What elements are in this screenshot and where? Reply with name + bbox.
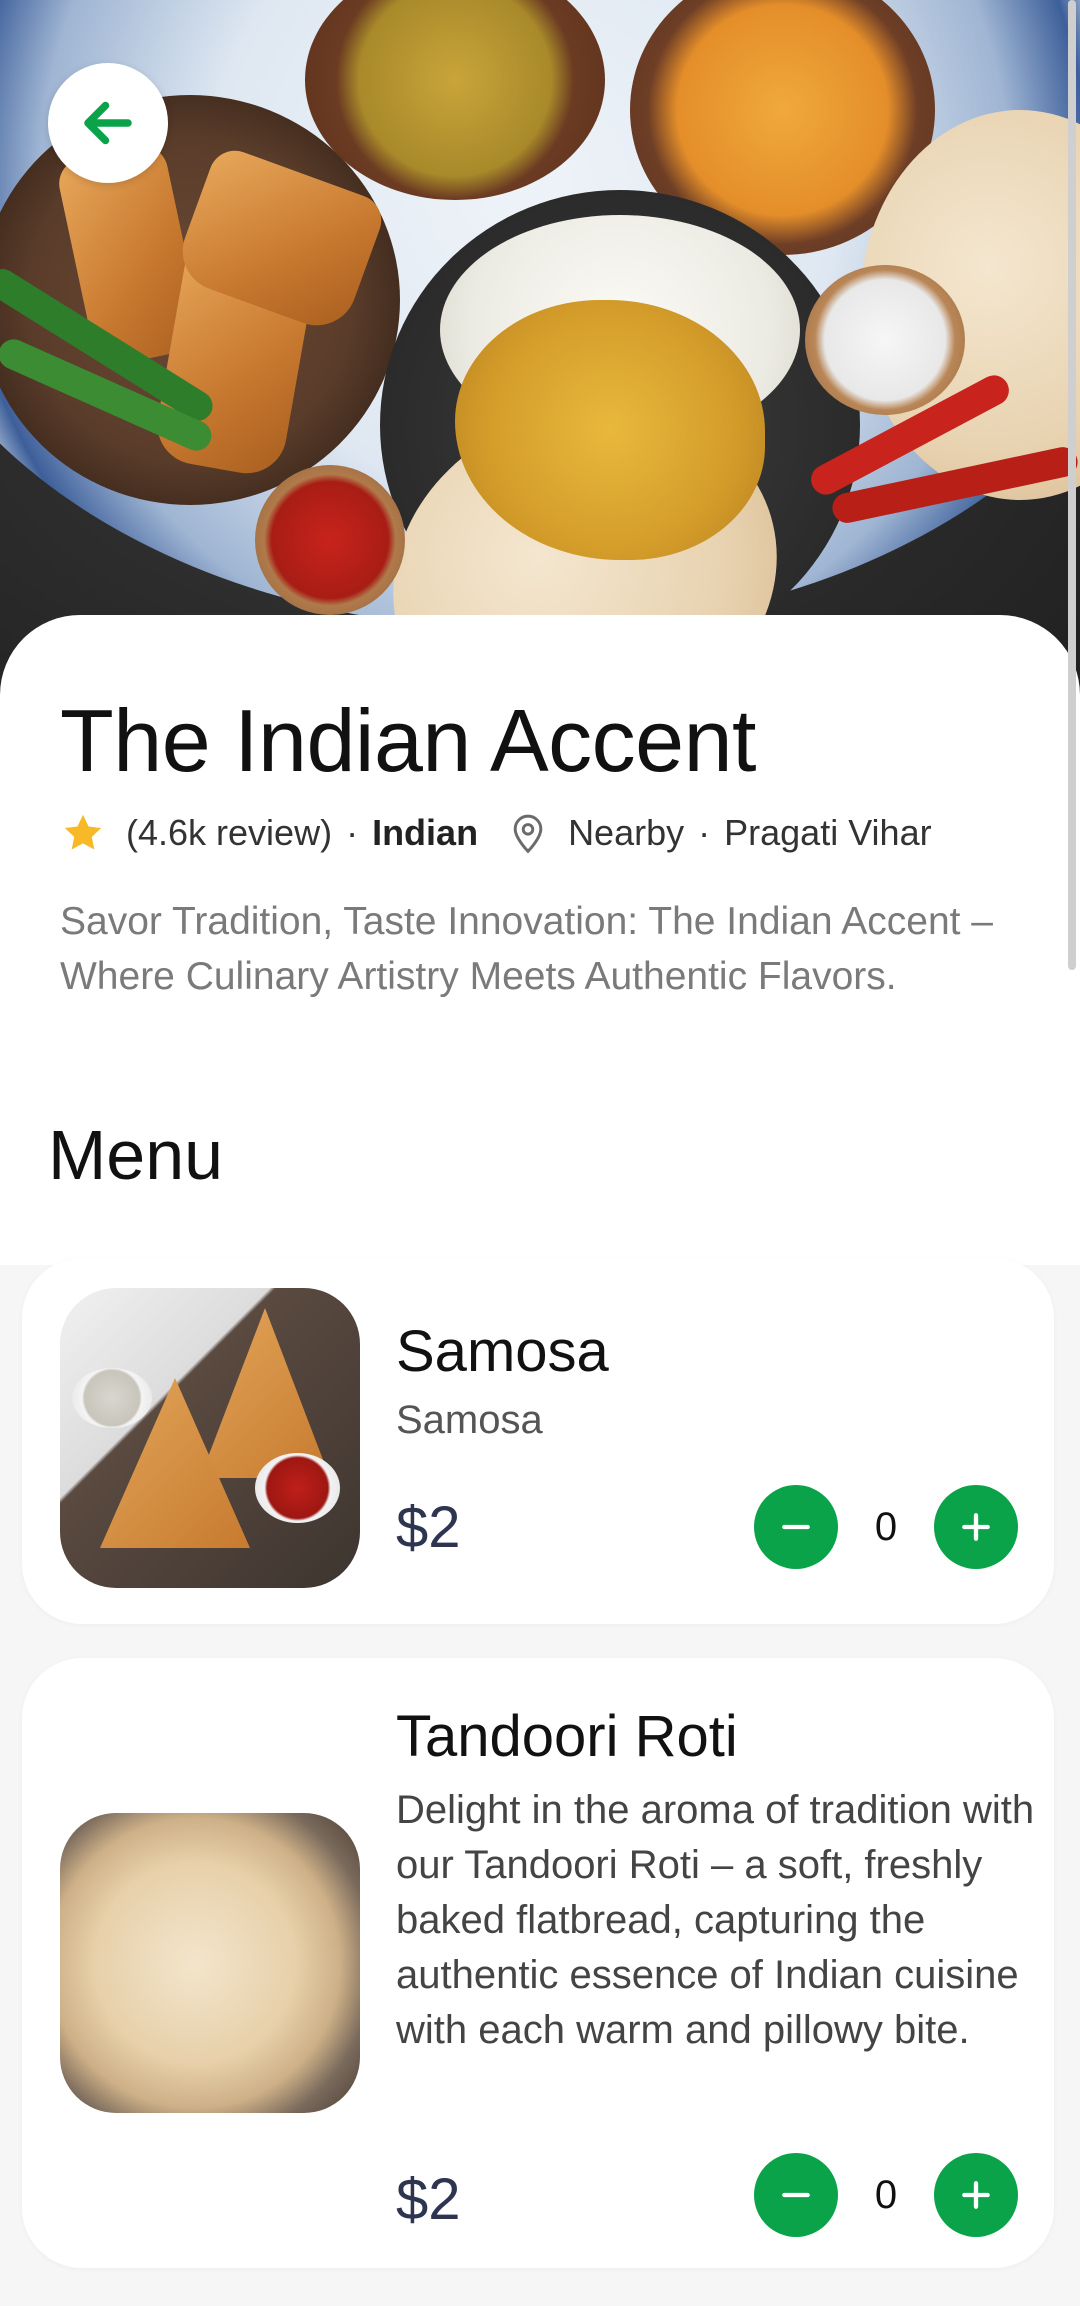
- item-subtitle: Samosa: [396, 1398, 543, 1442]
- quantity-value: 0: [874, 1504, 898, 1549]
- restaurant-description: Savor Tradition, Taste Innovation: The I…: [60, 900, 993, 998]
- item-price: $2: [396, 1495, 461, 1560]
- distance-label: Nearby: [568, 812, 685, 853]
- menu-item-card[interactable]: Tandoori Roti Delight in the aroma of tr…: [22, 1658, 1054, 2268]
- increase-button[interactable]: [934, 1485, 1018, 1569]
- quantity-stepper: 0: [754, 1484, 1018, 1570]
- decrease-button[interactable]: [754, 1485, 838, 1569]
- arrow-left-icon: [84, 101, 132, 145]
- item-price: $2: [396, 2167, 461, 2232]
- star-icon: [64, 814, 102, 850]
- decrease-button[interactable]: [754, 2153, 838, 2237]
- restaurant-name: The Indian Accent: [60, 691, 756, 790]
- separator: ·: [698, 812, 711, 853]
- item-name: Samosa: [396, 1319, 609, 1384]
- location-pin-icon: [513, 814, 543, 854]
- separator: ·: [346, 812, 359, 853]
- minus-icon: [782, 2192, 810, 2198]
- item-description: Delight in the aroma of tradition with o…: [396, 1788, 1035, 2052]
- area-label: Pragati Vihar: [724, 812, 932, 853]
- minus-icon: [782, 1524, 810, 1530]
- menu-heading: Menu: [48, 1116, 224, 1194]
- samosa-photo: [60, 1288, 360, 1588]
- restaurant-meta: (4.6k review) · Indian Nearby · Pragati …: [60, 808, 932, 858]
- plus-icon: [962, 1513, 990, 1541]
- menu-item-card[interactable]: Samosa Samosa $2 0: [22, 1258, 1054, 1624]
- tandoori-roti-photo: [60, 1813, 360, 2113]
- increase-button[interactable]: [934, 2153, 1018, 2237]
- item-name: Tandoori Roti: [396, 1704, 738, 1769]
- back-button[interactable]: [48, 63, 168, 183]
- scrollbar[interactable]: [1068, 0, 1076, 970]
- review-count: (4.6k review): [126, 812, 333, 853]
- plus-icon: [962, 2181, 990, 2209]
- quantity-value: 0: [874, 2172, 898, 2217]
- cuisine-label: Indian: [372, 812, 479, 853]
- quantity-stepper: 0: [754, 2152, 1018, 2238]
